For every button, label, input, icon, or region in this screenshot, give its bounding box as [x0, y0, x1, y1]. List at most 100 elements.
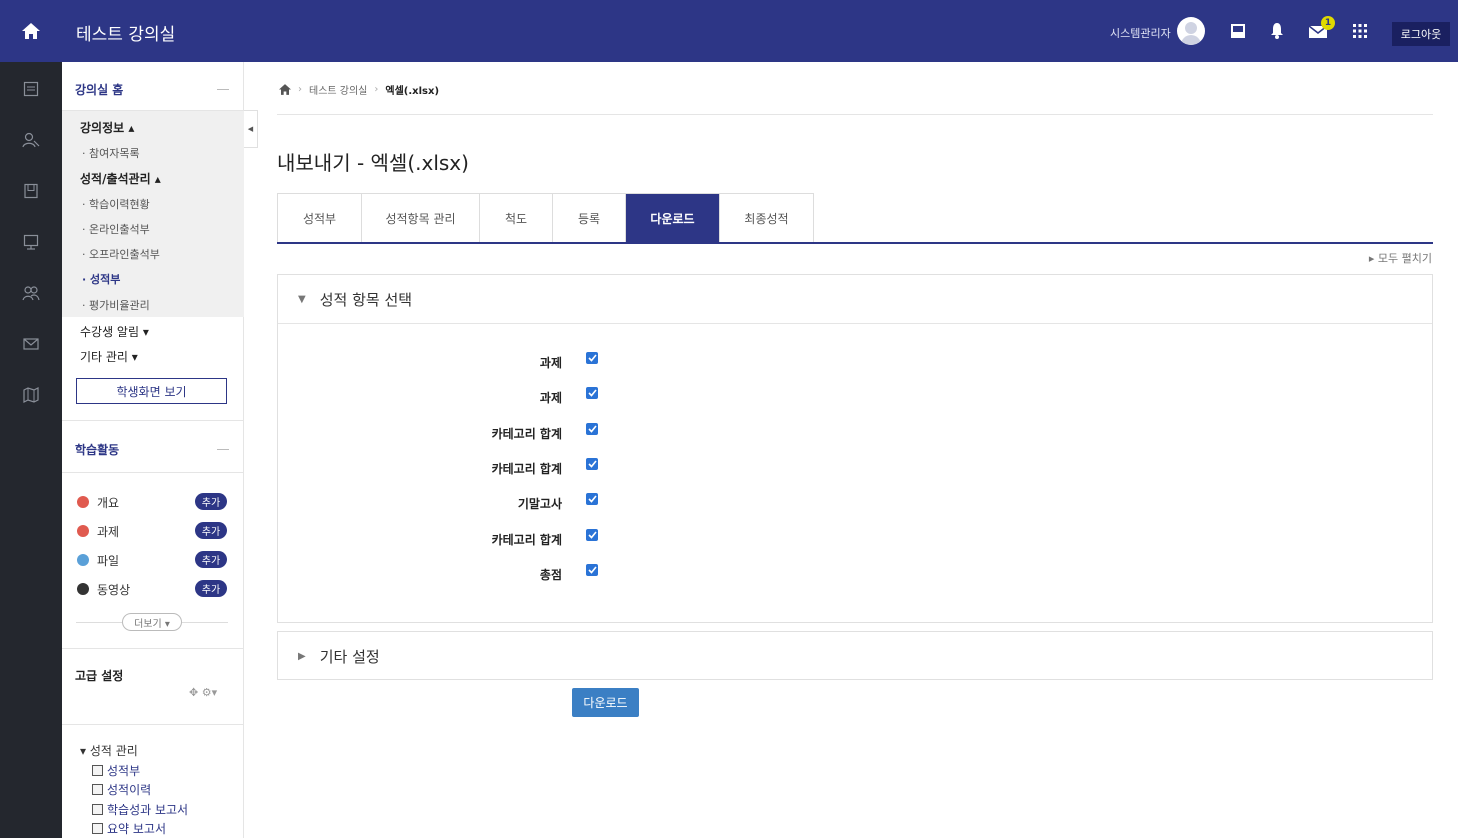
grade-item-row: 과제	[278, 352, 878, 372]
sidebar-item-offline-attendance[interactable]: · 오프라인출석부	[82, 246, 160, 262]
course-info-toggle[interactable]: 강의정보 ▴	[80, 119, 134, 136]
tab-grade-items[interactable]: 성적항목 관리	[362, 194, 480, 243]
sidebar-item-participants[interactable]: · 참여자목록	[82, 145, 140, 161]
top-navbar: 테스트 강의실 시스템관리자 1 로그아웃	[0, 0, 1458, 62]
group-icon[interactable]	[21, 283, 41, 303]
divider	[62, 724, 244, 725]
user-name[interactable]: 시스템관리자	[1110, 25, 1171, 41]
map-icon[interactable]	[21, 385, 41, 405]
grade-item-label: 카테고리 합계	[491, 533, 562, 547]
participants-icon[interactable]	[21, 130, 41, 150]
grade-item-row: 과제	[278, 387, 878, 407]
activity-label: 동영상	[97, 583, 131, 597]
grade-item-label: 카테고리 합계	[491, 462, 562, 476]
logout-button[interactable]: 로그아웃	[1392, 22, 1450, 46]
tab-scales[interactable]: 척도	[480, 194, 553, 243]
site-title[interactable]: 테스트 강의실	[76, 20, 175, 45]
report-icon	[92, 823, 103, 834]
report-icon	[92, 804, 103, 815]
other-settings-title: 기타 설정	[319, 647, 380, 666]
move-gear-icons[interactable]: ✥ ⚙▾	[189, 686, 217, 699]
grade-item-checkbox[interactable]	[586, 458, 598, 470]
course-icon[interactable]	[21, 79, 41, 99]
mail-icon[interactable]	[21, 334, 41, 354]
grade-item-label: 카테고리 합계	[491, 427, 562, 441]
avatar[interactable]	[1177, 17, 1205, 45]
add-file-button[interactable]: 추가	[195, 551, 227, 568]
tree-item-gradebook[interactable]: 성적부	[92, 762, 140, 779]
chevron-right-icon: ›	[298, 84, 302, 95]
grade-item-row: 카테고리 합계	[278, 529, 878, 549]
divider	[182, 622, 228, 623]
tree-item-outcomes-report[interactable]: 학습성과 보고서	[92, 801, 188, 818]
activity-label: 파일	[97, 554, 120, 568]
grade-item-checkbox[interactable]	[586, 564, 598, 576]
collapse-dash[interactable]	[217, 449, 229, 450]
add-video-button[interactable]: 추가	[195, 580, 227, 597]
chevron-right-icon: ›	[374, 84, 379, 95]
tabs-underline	[277, 242, 1433, 244]
home-icon[interactable]	[279, 84, 291, 95]
grades-toggle[interactable]: 성적/출석관리 ▴	[80, 170, 161, 187]
book-icon[interactable]	[21, 181, 41, 201]
grade-management-tree-root[interactable]: ▾ 성적 관리	[80, 742, 138, 759]
grade-item-checkbox[interactable]	[586, 387, 598, 399]
tree-item-grade-history[interactable]: 성적이력	[92, 781, 151, 798]
message-count-badge: 1	[1321, 16, 1335, 30]
add-assignment-button[interactable]: 추가	[195, 522, 227, 539]
grade-item-checkbox[interactable]	[586, 423, 598, 435]
breadcrumb-course[interactable]: 테스트 강의실	[309, 82, 367, 97]
tab-import[interactable]: 등록	[553, 194, 626, 243]
tab-gradebook[interactable]: 성적부	[278, 194, 362, 243]
sidebar-item-weight-management[interactable]: · 평가비율관리	[82, 297, 150, 313]
more-activities-button[interactable]: 더보기 ▾	[122, 613, 182, 631]
grade-item-checkbox[interactable]	[586, 529, 598, 541]
assignment-icon	[77, 525, 89, 537]
add-overview-button[interactable]: 추가	[195, 493, 227, 510]
caret-right-icon: ▶	[298, 650, 306, 662]
divider	[278, 323, 1432, 324]
grade-item-row: 기말고사	[278, 493, 878, 513]
activity-row-video: 동영상 추가	[77, 580, 229, 598]
student-notice-toggle[interactable]: 수강생 알림 ▾	[80, 323, 149, 340]
board-icon[interactable]	[21, 232, 41, 252]
grade-item-label: 과제	[539, 391, 562, 405]
divider	[62, 420, 244, 421]
overview-icon	[77, 496, 89, 508]
course-home-link[interactable]: 강의실 홈	[75, 81, 123, 98]
hide-blocks-icon[interactable]	[1227, 20, 1249, 42]
sidebar-item-online-attendance[interactable]: · 온라인출석부	[82, 221, 150, 237]
sidebar-item-gradebook[interactable]: · 성적부	[82, 271, 120, 287]
tab-download[interactable]: 다운로드	[626, 194, 720, 243]
breadcrumb-current: 엑셀(.xlsx)	[385, 86, 440, 97]
grade-items-header[interactable]: ▼ 성적 항목 선택	[278, 275, 1432, 323]
other-settings-header[interactable]: ▶ 기타 설정	[278, 632, 1432, 680]
student-view-button[interactable]: 학생화면 보기	[76, 378, 227, 404]
sidebar-collapse-handle[interactable]: ◀	[244, 110, 258, 148]
grade-item-checkbox[interactable]	[586, 493, 598, 505]
sidebar-item-learning-history[interactable]: · 학습이력현황	[82, 196, 150, 212]
report-icon	[92, 784, 103, 795]
notification-bell-icon[interactable]	[1266, 20, 1288, 42]
tab-final-grades[interactable]: 최종성적	[720, 194, 813, 243]
other-manage-toggle[interactable]: 기타 관리 ▾	[80, 348, 138, 365]
expand-all-link[interactable]: ▸ 모두 펼치기	[1369, 250, 1432, 266]
grade-item-row: 총점	[278, 564, 878, 584]
divider	[62, 472, 244, 473]
download-button[interactable]: 다운로드	[572, 688, 639, 717]
page-title: 내보내기 - 엑셀(.xlsx)	[277, 151, 469, 175]
home-icon	[22, 23, 40, 39]
apps-grid-icon[interactable]	[1349, 20, 1371, 42]
gradebook-tabs: 성적부 성적항목 관리 척도 등록 다운로드 최종성적	[277, 193, 814, 243]
grade-items-title: 성적 항목 선택	[319, 290, 413, 309]
divider	[62, 648, 244, 649]
activities-heading: 학습활동	[75, 443, 120, 457]
grade-item-checkbox[interactable]	[586, 352, 598, 364]
tree-item-summary-report[interactable]: 요약 보고서	[92, 820, 166, 837]
divider	[76, 622, 122, 623]
activity-row-file: 파일 추가	[77, 551, 229, 569]
home-button[interactable]	[0, 0, 62, 62]
grade-item-label: 기말고사	[517, 497, 562, 511]
collapse-dash[interactable]	[217, 89, 229, 90]
grade-item-label: 총점	[539, 568, 562, 582]
